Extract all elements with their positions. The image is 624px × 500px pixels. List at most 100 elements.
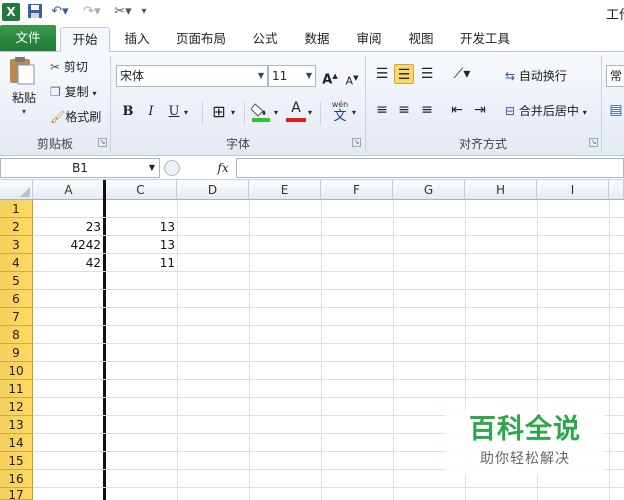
cell-c2[interactable]: 13	[106, 218, 177, 236]
fill-dropdown-icon[interactable]: ▾	[274, 108, 278, 117]
align-left-icon[interactable]: ≡	[372, 100, 392, 120]
italic-button[interactable]: I	[141, 102, 161, 122]
alignment-group-label: 对齐方式	[458, 137, 507, 151]
alignment-launcher-icon[interactable]: ↘	[589, 138, 598, 147]
bold-button[interactable]: B	[118, 102, 138, 122]
row-header-5[interactable]: 5	[0, 272, 33, 290]
fill-color-icon[interactable]	[250, 101, 273, 123]
row-header-2[interactable]: 2	[0, 218, 33, 236]
redo-icon[interactable]: ↷▾	[80, 3, 104, 21]
row-header-4[interactable]: 4	[0, 254, 33, 272]
select-all-corner[interactable]	[0, 180, 33, 200]
decrease-indent-icon[interactable]: ⇤	[447, 100, 467, 120]
merge-center-button[interactable]: ⊟ 合并后居中 ▾	[505, 102, 587, 122]
row-header-7[interactable]: 7	[0, 308, 33, 326]
tab-data[interactable]: 数据	[296, 27, 338, 52]
column-header-f[interactable]: F	[321, 180, 393, 200]
undo-icon[interactable]: ↶▾	[48, 3, 72, 21]
align-center-icon[interactable]: ≡	[394, 100, 414, 120]
tab-review[interactable]: 审阅	[348, 27, 390, 52]
align-bottom-icon[interactable]: ☰	[417, 64, 437, 84]
font-launcher-icon[interactable]: ↘	[352, 138, 361, 147]
font-size-combo[interactable]: 11 ▼	[268, 65, 316, 87]
grow-font-button[interactable]: A▲	[320, 66, 340, 87]
cell-a2[interactable]: 23	[33, 218, 103, 236]
copy-button[interactable]: ❐ 复制 ▾	[50, 83, 96, 103]
align-right-icon[interactable]: ≡	[417, 100, 437, 120]
formula-splitter-handle[interactable]	[164, 160, 180, 176]
cell-c4[interactable]: 11	[106, 254, 177, 272]
font-color-dropdown-icon[interactable]: ▾	[308, 108, 312, 117]
align-top-icon[interactable]: ☰	[372, 64, 392, 84]
row-header-8[interactable]: 8	[0, 326, 33, 344]
row-header-16[interactable]: 16	[0, 470, 33, 488]
column-header-c[interactable]: C	[105, 180, 177, 200]
tab-view[interactable]: 视图	[400, 27, 442, 52]
tab-page-layout[interactable]: 页面布局	[170, 27, 232, 52]
orientation-icon[interactable]: ⟋▾	[447, 64, 477, 84]
row-header-11[interactable]: 11	[0, 380, 33, 398]
row-header-3[interactable]: 3	[0, 236, 33, 254]
row-header-6[interactable]: 6	[0, 290, 33, 308]
ribbon: 粘贴 ▾ ✂ 剪切 ❐ 复制 ▾ 🖌格式刷 剪贴板 ↘ 宋体 ▼ 11 ▼ A▲ A…	[0, 52, 624, 156]
phonetic-dropdown-icon[interactable]: ▾	[352, 108, 356, 117]
font-color-button[interactable]: A	[286, 100, 306, 124]
column-header-overflow[interactable]	[609, 180, 624, 200]
underline-button[interactable]: U	[164, 102, 184, 122]
phonetic-button[interactable]: wén 文	[326, 100, 354, 126]
tab-developer[interactable]: 开发工具	[452, 27, 518, 52]
excel-logo-icon[interactable]: X	[2, 3, 20, 21]
name-box-dropdown-icon[interactable]: ▼	[149, 159, 155, 177]
column-header-h[interactable]: H	[465, 180, 537, 200]
format-painter-button[interactable]: 🖌格式刷	[50, 108, 101, 126]
paste-dropdown-icon: ▾	[21, 107, 26, 116]
save-icon[interactable]	[26, 3, 44, 21]
row-header-13[interactable]: 13	[0, 416, 33, 434]
customize-qat-icon[interactable]: ▾	[138, 3, 150, 21]
row-header-1[interactable]: 1	[0, 200, 33, 218]
cell-c3[interactable]: 13	[106, 236, 177, 254]
font-group-label: 字体	[225, 137, 250, 151]
font-size-value: 11	[272, 69, 288, 83]
number-format-combo[interactable]: 常	[606, 65, 624, 87]
underline-dropdown-icon[interactable]: ▾	[184, 108, 188, 117]
watermark-subtitle: 助你轻松解决	[480, 451, 570, 467]
font-name-combo[interactable]: 宋体 ▼	[116, 65, 268, 87]
paste-button[interactable]: 粘贴 ▾	[6, 56, 42, 120]
cut-button[interactable]: ✂ 剪切	[50, 58, 88, 76]
row-header-9[interactable]: 9	[0, 344, 33, 362]
clipboard-launcher-icon[interactable]: ↘	[98, 138, 107, 147]
tab-formulas[interactable]: 公式	[244, 27, 286, 52]
tab-insert[interactable]: 插入	[115, 27, 159, 52]
row-header-14[interactable]: 14	[0, 434, 33, 452]
cell-a3[interactable]: 4242	[33, 236, 103, 254]
row-header-10[interactable]: 10	[0, 362, 33, 380]
column-header-a[interactable]: A	[33, 180, 105, 200]
row-header-15[interactable]: 15	[0, 452, 33, 470]
wrap-text-icon: ⇆	[505, 69, 516, 83]
tools-icon[interactable]: ✂▾	[112, 3, 134, 21]
row-header-12[interactable]: 12	[0, 398, 33, 416]
merge-center-icon: ⊟	[505, 104, 516, 118]
cell-a4[interactable]: 42	[33, 254, 103, 272]
tab-file[interactable]: 文件	[0, 25, 56, 51]
currency-icon[interactable]: ▤	[606, 100, 624, 120]
column-header-d[interactable]: D	[177, 180, 249, 200]
column-header-g[interactable]: G	[393, 180, 465, 200]
borders-dropdown-icon[interactable]: ▾	[231, 108, 235, 117]
borders-icon[interactable]: ⊞	[209, 102, 229, 122]
align-middle-icon[interactable]: ☰	[394, 64, 414, 84]
insert-function-button[interactable]: fx	[212, 158, 234, 178]
column-header-i[interactable]: I	[537, 180, 609, 200]
name-box[interactable]: B1 ▼	[0, 158, 160, 178]
gridline	[33, 343, 624, 344]
wrap-text-button[interactable]: ⇆ 自动换行	[505, 67, 567, 85]
formula-input[interactable]	[236, 158, 624, 178]
font-name-value: 宋体	[120, 69, 145, 83]
increase-indent-icon[interactable]: ⇥	[470, 100, 490, 120]
column-header-e[interactable]: E	[249, 180, 321, 200]
tab-home[interactable]: 开始	[60, 27, 110, 53]
group-separator	[244, 102, 245, 124]
row-header-17[interactable]: 17	[0, 488, 33, 500]
shrink-font-button[interactable]: A▼	[342, 68, 362, 88]
